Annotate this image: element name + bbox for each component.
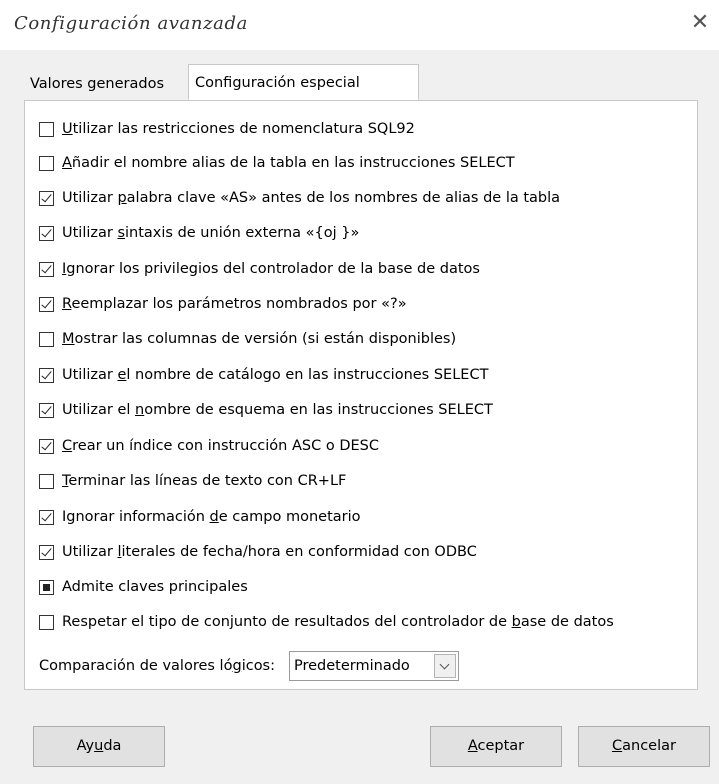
option-label: Respetar el tipo de conjunto de resultad… xyxy=(62,614,614,630)
option-outer-join-syntax[interactable]: Utilizar sintaxis de unión externa «{oj … xyxy=(39,221,359,245)
checkbox[interactable] xyxy=(39,544,54,560)
option-sql92-restrictions[interactable]: Utilizar las restricciones de nomenclatu… xyxy=(39,117,415,141)
option-label: Mostrar las columnas de versión (si está… xyxy=(62,331,457,347)
checkbox[interactable] xyxy=(39,402,54,418)
checkbox[interactable] xyxy=(39,509,54,525)
cancel-button[interactable]: Cancelar xyxy=(578,726,710,767)
option-primary-keys[interactable]: Admite claves principales xyxy=(39,575,248,599)
option-label: Terminar las líneas de texto con CR+LF xyxy=(62,473,347,489)
ok-button[interactable]: Aceptar xyxy=(430,726,562,767)
option-label: Reemplazar los parámetros nombrados por … xyxy=(62,296,407,312)
option-as-keyword[interactable]: Utilizar palabra clave «AS» antes de los… xyxy=(39,186,560,210)
dialog-title: Configuración avanzada xyxy=(14,13,248,34)
checkbox[interactable] xyxy=(39,331,54,347)
option-odbc-date-literals[interactable]: Utilizar literales de fecha/hora en conf… xyxy=(39,540,477,564)
checkbox[interactable] xyxy=(39,473,54,489)
option-label: Utilizar el nombre de esquema en las ins… xyxy=(62,402,493,418)
boolean-comparison-label: Comparación de valores lógicos: xyxy=(39,658,275,674)
checkbox[interactable] xyxy=(39,155,54,171)
settings-panel: Utilizar las restricciones de nomenclatu… xyxy=(24,100,698,690)
option-label: Utilizar literales de fecha/hora en conf… xyxy=(62,544,477,560)
close-icon[interactable]: ✕ xyxy=(687,10,713,36)
option-show-version-columns[interactable]: Mostrar las columnas de versión (si está… xyxy=(39,327,456,351)
tab-valores-generados[interactable]: Valores generados xyxy=(24,68,187,100)
option-label: Añadir el nombre alias de la tabla en la… xyxy=(62,155,515,171)
option-alias-in-select[interactable]: Añadir el nombre alias de la tabla en la… xyxy=(39,151,515,175)
option-crlf-line-endings[interactable]: Terminar las líneas de texto con CR+LF xyxy=(39,469,346,493)
help-button[interactable]: Ayuda xyxy=(33,726,165,767)
checkbox[interactable] xyxy=(39,367,54,383)
option-label: Utilizar palabra clave «AS» antes de los… xyxy=(62,190,561,206)
option-index-asc-desc[interactable]: Crear un índice con instrucción ASC o DE… xyxy=(39,434,379,458)
checkbox[interactable] xyxy=(39,296,54,312)
checkbox[interactable] xyxy=(39,225,54,241)
option-label: Admite claves principales xyxy=(62,579,248,595)
checkbox[interactable] xyxy=(39,438,54,454)
option-label: Utilizar las restricciones de nomenclatu… xyxy=(62,121,415,137)
select-value: Predeterminado xyxy=(294,658,410,674)
option-label: Ignorar los privilegios del controlador … xyxy=(62,261,480,277)
checkbox[interactable] xyxy=(39,579,54,595)
option-label: Ignorar información de campo monetario xyxy=(62,509,361,525)
option-label: Utilizar el nombre de catálogo en las in… xyxy=(62,367,489,383)
title-bar: Configuración avanzada ✕ xyxy=(0,0,719,50)
option-ignore-currency-field[interactable]: Ignorar información de campo monetario xyxy=(39,505,361,529)
tab-configuracion-especial[interactable]: Configuración especial xyxy=(188,64,419,100)
checkbox[interactable] xyxy=(39,614,54,630)
option-label: Utilizar sintaxis de unión externa «{oj … xyxy=(62,225,360,241)
chevron-down-icon[interactable] xyxy=(434,654,456,678)
option-respect-resultset-type[interactable]: Respetar el tipo de conjunto de resultad… xyxy=(39,610,614,634)
boolean-comparison-row: Comparación de valores lógicos: Predeter… xyxy=(39,651,459,681)
option-replace-named-params[interactable]: Reemplazar los parámetros nombrados por … xyxy=(39,292,407,316)
option-schema-name[interactable]: Utilizar el nombre de esquema en las ins… xyxy=(39,398,493,422)
option-catalog-name[interactable]: Utilizar el nombre de catálogo en las in… xyxy=(39,363,488,387)
checkbox[interactable] xyxy=(39,261,54,277)
option-label: Crear un índice con instrucción ASC o DE… xyxy=(62,438,379,454)
option-ignore-privileges[interactable]: Ignorar los privilegios del controlador … xyxy=(39,257,480,281)
checkbox[interactable] xyxy=(39,190,54,206)
checkbox[interactable] xyxy=(39,121,54,137)
boolean-comparison-select[interactable]: Predeterminado xyxy=(289,651,459,681)
